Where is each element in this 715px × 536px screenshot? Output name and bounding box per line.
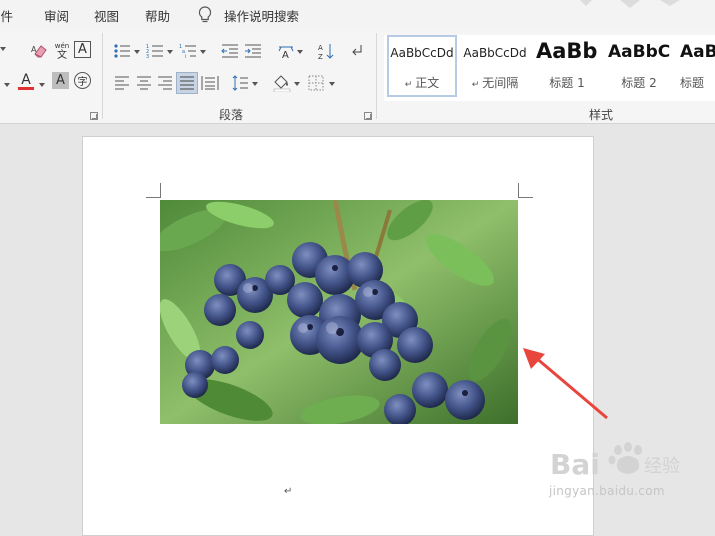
align-left-button[interactable]: [112, 73, 132, 93]
align-right-button[interactable]: [155, 73, 175, 93]
tell-me-search[interactable]: 操作说明搜索: [224, 6, 299, 25]
ribbon: A wén 文 A A A 字 1 2 3 1 a i A A Z 段落 AaB…: [0, 29, 715, 124]
annotation-arrow-icon: [523, 348, 608, 420]
dropdown-arrow-icon[interactable]: [4, 81, 12, 89]
menu-review[interactable]: 审阅: [44, 6, 69, 25]
increase-indent-button[interactable]: [243, 41, 263, 61]
menu-bar: 邮件 审阅 视图 帮助 操作说明搜索: [0, 0, 715, 29]
style-title[interactable]: AaB 标题: [676, 35, 715, 97]
align-left-icon: [115, 76, 129, 90]
paragraph-mark: ↵: [284, 486, 293, 497]
sort-button[interactable]: A Z: [316, 41, 336, 61]
borders-button[interactable]: [306, 73, 326, 93]
bullets-button[interactable]: [112, 41, 132, 61]
borders-dropdown-arrow[interactable]: [329, 82, 335, 86]
group-separator: [376, 33, 377, 119]
line-spacing-button[interactable]: [230, 73, 250, 93]
menu-view[interactable]: 视图: [94, 6, 119, 25]
numbering-button[interactable]: 1 2 3: [145, 41, 165, 61]
style-normal[interactable]: AaBbCcDd ↵ 正文: [387, 35, 457, 97]
watermark-url: jingyan.baidu.com: [549, 484, 665, 498]
font-color-swatch: [18, 86, 34, 90]
style-sample: AaBbCcDd: [390, 46, 454, 60]
character-border-button[interactable]: A: [74, 41, 91, 58]
svg-text:i: i: [185, 54, 186, 59]
paint-bucket-icon: [273, 75, 291, 92]
svg-text:A: A: [31, 45, 37, 54]
blueberries-photo: [160, 200, 518, 424]
svg-text:A: A: [282, 50, 289, 59]
paragraph-group-label: 段落: [219, 108, 244, 122]
increase-indent-icon: [245, 44, 261, 58]
multilevel-list-button[interactable]: 1 a i: [178, 41, 198, 61]
menu-help[interactable]: 帮助: [145, 6, 170, 25]
phonetic-guide-button[interactable]: wén 文: [52, 41, 72, 61]
style-name: 标题 1: [549, 76, 585, 90]
style-name: ↵ 正文: [404, 76, 440, 90]
lightbulb-icon: [198, 6, 212, 23]
svg-text:Z: Z: [318, 53, 323, 60]
phonetic-char: 文: [57, 50, 67, 61]
numbering-icon: 1 2 3: [146, 44, 163, 59]
inserted-picture[interactable]: [160, 200, 518, 424]
svg-text:3: 3: [146, 54, 149, 59]
style-sample: AaB: [680, 42, 715, 62]
dropdown-arrow-icon[interactable]: [39, 81, 47, 89]
shading-button[interactable]: [272, 73, 292, 93]
bullets-icon: [114, 44, 130, 58]
style-name: 标题 2: [621, 76, 657, 90]
dropdown-arrow-icon[interactable]: [0, 45, 8, 53]
watermark-suffix: 经验: [644, 456, 680, 477]
distributed-icon: [201, 76, 219, 90]
font-color-glyph: A: [21, 71, 31, 88]
decrease-indent-button[interactable]: [220, 41, 240, 61]
align-right-icon: [158, 76, 172, 90]
styles-group-label: 样式: [589, 108, 614, 122]
sort-icon: A Z: [318, 44, 334, 60]
style-name: 标题: [680, 76, 705, 90]
borders-icon: [308, 75, 324, 91]
enclose-characters-button[interactable]: 字: [74, 72, 91, 89]
svg-text:A: A: [318, 44, 323, 52]
watermark-brand: Bai: [550, 448, 600, 481]
line-spacing-dropdown-arrow[interactable]: [252, 82, 258, 86]
line-spacing-icon: [232, 75, 248, 91]
paragraph-mark-icon: [352, 45, 362, 56]
margin-marker-top-left: [146, 183, 161, 198]
font-dialog-launcher[interactable]: [90, 112, 98, 120]
character-shading-button[interactable]: A: [52, 72, 69, 89]
numbering-dropdown-arrow[interactable]: [167, 50, 173, 54]
style-sample: AaBbCcDd: [463, 46, 527, 60]
chinese-layout-icon: A: [278, 46, 294, 59]
distributed-button[interactable]: [200, 73, 220, 93]
chinese-layout-button[interactable]: A: [276, 41, 296, 61]
baidu-jingyan-logo-icon: Bai 经验: [550, 442, 680, 481]
multilevel-dropdown-arrow[interactable]: [200, 50, 206, 54]
shading-dropdown-arrow[interactable]: [294, 82, 300, 86]
style-name: ↵ 无间隔: [471, 76, 519, 90]
window-controls-icon: [580, 0, 680, 8]
multilevel-list-icon: 1 a i: [179, 44, 196, 59]
font-color-button[interactable]: A: [16, 71, 36, 91]
styles-gallery: AaBbCcDd ↵ 正文 AaBbCcDd ↵ 无间隔 AaBb 标题 1 A…: [384, 35, 715, 101]
paragraph-dialog-launcher[interactable]: [364, 112, 372, 120]
style-sample: AaBb: [536, 39, 598, 63]
align-center-icon: [137, 76, 151, 90]
chinese-layout-dropdown-arrow[interactable]: [297, 50, 303, 54]
margin-marker-top-right: [518, 183, 533, 198]
style-no-spacing[interactable]: AaBbCcDd ↵ 无间隔: [460, 35, 530, 97]
bullets-dropdown-arrow[interactable]: [134, 50, 140, 54]
style-sample: AaBbC: [608, 42, 671, 62]
show-formatting-marks-button[interactable]: [347, 41, 367, 61]
style-heading-1[interactable]: AaBb 标题 1: [532, 35, 602, 97]
clear-formatting-button[interactable]: A: [30, 41, 50, 61]
justify-icon: [180, 76, 194, 90]
decrease-indent-icon: [221, 44, 238, 58]
style-heading-2[interactable]: AaBbC 标题 2: [604, 35, 674, 97]
justify-button[interactable]: [176, 72, 198, 94]
eraser-icon: A: [31, 45, 47, 58]
align-center-button[interactable]: [134, 73, 154, 93]
group-separator: [102, 33, 103, 119]
menu-mailings[interactable]: 邮件: [0, 6, 13, 25]
